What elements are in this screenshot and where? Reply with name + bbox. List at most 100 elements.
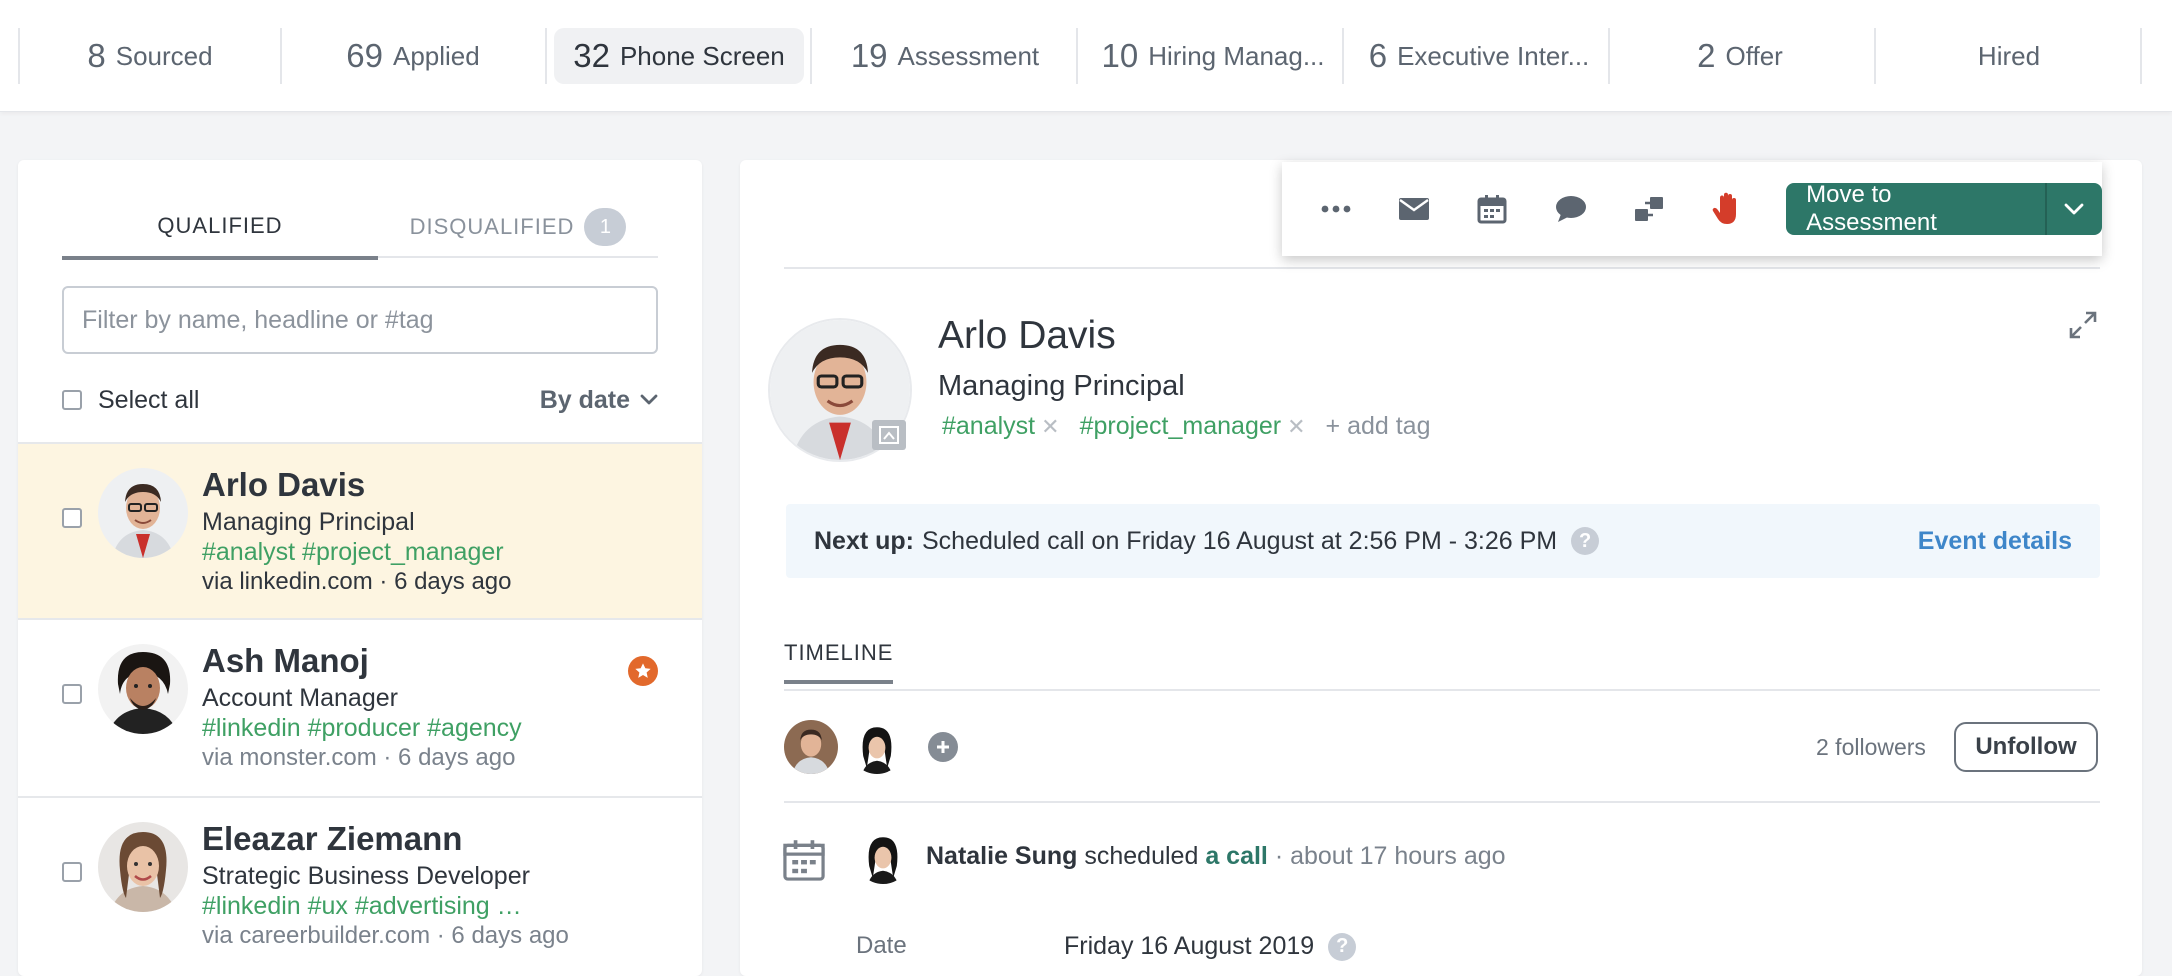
date-label: Date [856,932,907,959]
candidate-checkbox[interactable] [62,862,82,882]
stage-count: 69 [346,37,383,74]
qualification-tabs: QUALIFIED DISQUALIFIED 1 [62,196,658,260]
candidate-name[interactable]: Eleazar Ziemann [202,820,462,858]
comment-icon[interactable] [1543,181,1598,237]
follower-avatar[interactable] [784,720,838,774]
activity-object-link[interactable]: a call [1205,842,1268,870]
activity-time: · about 17 hours ago [1274,842,1506,870]
candidate-filter-input[interactable] [62,286,658,354]
activity-verb: scheduled [1084,842,1199,870]
sort-label: By date [539,385,630,414]
activity-text: Natalie Sung scheduled a call · about 17… [926,842,1506,871]
stage-assessment[interactable]: 19 Assessment [830,28,1060,84]
profile-tag[interactable]: #project_manager [1080,412,1282,441]
profile-tag[interactable]: #analyst [942,412,1035,441]
profile-tags: #analyst ✕ #project_manager ✕ + add tag [942,412,1430,441]
stage-count: 2 [1697,37,1716,74]
disqualify-hand-icon[interactable] [1700,181,1755,237]
stage-hired[interactable]: Hired [1896,28,2122,84]
divider [784,689,2100,691]
stage-count: 6 [1368,37,1388,74]
stage-offer[interactable]: 2 Offer [1630,28,1850,84]
stage-count: 8 [87,37,106,74]
tab-qualified[interactable]: QUALIFIED [62,196,378,260]
candidate-tags: #linkedin #producer #agency [202,714,522,742]
transfer-icon[interactable] [1621,181,1676,237]
plus-icon: + [1325,412,1348,440]
date-text: Friday 16 August 2019 [1064,932,1315,960]
next-up-label: Next up: [814,526,914,555]
more-icon[interactable] [1308,181,1363,237]
stage-label: Executive Inter... [1397,40,1590,71]
remove-tag-icon[interactable]: ✕ [1041,414,1059,440]
candidate-row[interactable]: Eleazar Ziemann Strategic Business Devel… [18,796,702,972]
candidate-detail-panel: Move to Assessment Arlo Davis Managing P… [740,160,2142,976]
stage-phone-screen[interactable]: 32 Phone Screen [554,28,804,84]
sort-dropdown[interactable]: By date [540,386,658,415]
candidate-tags: #linkedin #ux #advertising … [202,892,522,920]
tab-disqualified[interactable]: DISQUALIFIED 1 [378,196,658,258]
stage-divider [1076,28,1078,84]
stage-sourced[interactable]: 8 Sourced [40,28,260,84]
expand-icon[interactable] [2068,310,2098,345]
stage-divider [280,28,282,84]
stage-count: 10 [1101,37,1139,74]
stage-divider [1342,28,1344,84]
help-icon[interactable]: ? [1328,932,1357,961]
stage-divider [2140,28,2142,84]
profile-name: Arlo Davis [938,314,1116,357]
tab-label: QUALIFIED [157,213,283,238]
event-details-link[interactable]: Event details [1918,527,2072,556]
help-icon[interactable]: ? [1571,527,1600,555]
candidate-tags: #analyst #project_manager [202,538,504,566]
stage-label: Hired [1977,40,2041,71]
stage-count: 32 [573,37,610,74]
action-toolbar: Move to Assessment [1282,162,2102,256]
divider [784,801,2100,803]
disqualified-count-badge: 1 [584,208,627,246]
chevron-down-icon [640,394,658,405]
stage-label: Applied [392,40,480,71]
candidate-checkbox[interactable] [62,684,82,704]
candidate-name[interactable]: Arlo Davis [202,466,365,504]
add-tag-button[interactable]: + add tag [1326,412,1431,441]
add-follower-icon[interactable] [928,732,958,762]
candidate-source: via linkedin.com · 6 days ago [202,568,512,595]
divider [784,267,2100,269]
profile-headline: Managing Principal [938,370,1185,402]
activity-user-avatar [856,830,910,884]
calendar-icon[interactable] [1465,181,1520,237]
remove-tag-icon[interactable]: ✕ [1287,414,1305,440]
followers-count: 2 followers [1816,734,1926,760]
stage-hiring-manager[interactable]: 10 Hiring Manag... [1086,28,1340,84]
candidate-name[interactable]: Ash Manoj [202,642,369,680]
stage-applied[interactable]: 69 Applied [300,28,526,84]
stage-executive-interview[interactable]: 6 Executive Inter... [1352,28,1606,84]
unfollow-button[interactable]: Unfollow [1954,722,2098,772]
stage-divider [1874,28,1876,84]
candidate-headline: Account Manager [202,684,398,712]
candidate-row[interactable]: Arlo Davis Managing Principal #analyst #… [18,442,702,618]
candidate-avatar [98,644,188,734]
stage-label: Assessment [897,40,1040,71]
select-all-label[interactable]: Select all [98,386,199,415]
mail-icon[interactable] [1386,181,1441,237]
candidate-avatar [98,822,188,912]
candidate-checkbox[interactable] [62,508,82,528]
candidate-row[interactable]: Ash Manoj Account Manager #linkedin #pro… [18,618,702,794]
candidate-source: via monster.com · 6 days ago [202,744,516,771]
date-value: Friday 16 August 2019 ? [1064,932,1357,961]
tab-timeline[interactable]: TIMELINE [784,640,894,684]
follower-avatar[interactable] [850,720,904,774]
move-button-label[interactable]: Move to Assessment [1786,181,2047,236]
chevron-down-icon[interactable] [2047,183,2102,235]
star-icon[interactable] [628,656,658,686]
candidate-list-panel: QUALIFIED DISQUALIFIED 1 Select all By d… [18,160,702,976]
select-all-checkbox[interactable] [62,390,82,410]
source-network-icon [872,420,906,450]
activity-user[interactable]: Natalie Sung [926,842,1077,870]
stage-divider [1608,28,1610,84]
calendar-icon [782,838,826,887]
candidate-avatar [98,468,188,558]
move-to-stage-button[interactable]: Move to Assessment [1786,181,2102,236]
